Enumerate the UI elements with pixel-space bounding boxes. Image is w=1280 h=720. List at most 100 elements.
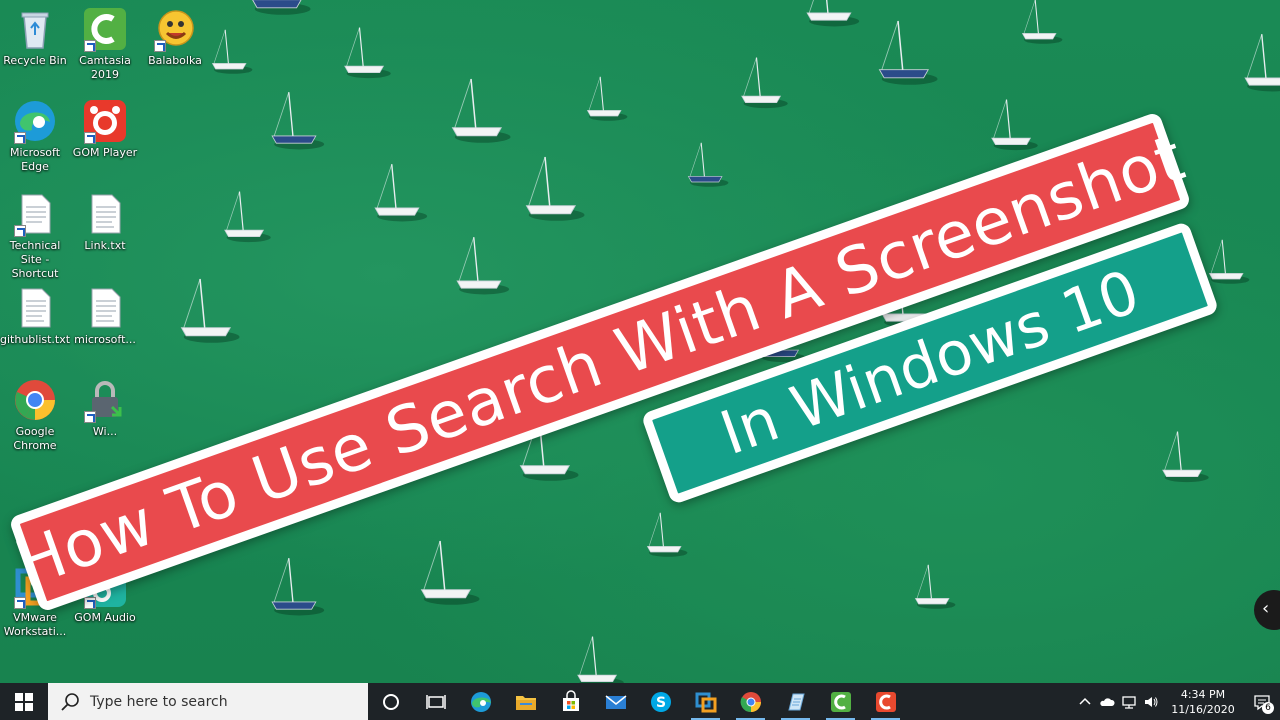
edge-icon xyxy=(470,691,491,712)
sailboat xyxy=(687,142,729,187)
task-view-icon xyxy=(425,694,446,709)
store-icon xyxy=(562,689,579,711)
taskbar-camtasia-button[interactable] xyxy=(818,683,863,720)
desktop-icon-label: VMware Workstati... xyxy=(3,611,67,638)
sailboat xyxy=(586,76,628,121)
desktop-icon-label: Camtasia 2019 xyxy=(79,54,131,81)
desktop-icon-label: Link.txt xyxy=(84,239,126,252)
taskbar-camtasia-recorder-button[interactable] xyxy=(863,683,908,720)
lock-app-icon xyxy=(82,377,128,423)
sailboat xyxy=(577,636,624,683)
sailboat xyxy=(1244,34,1280,92)
notification-count-badge: 6 xyxy=(1262,702,1274,714)
desktop-icon-label: Recycle Bin xyxy=(3,54,67,67)
sailboat xyxy=(211,29,253,74)
task-view-button[interactable] xyxy=(413,683,458,720)
desktop-icon-recycle-bin[interactable]: Recycle Bin xyxy=(0,6,70,68)
action-center-button[interactable]: 6 xyxy=(1244,683,1280,720)
clock-date: 11/16/2020 xyxy=(1171,702,1235,716)
search-placeholder: Type here to search xyxy=(90,693,228,710)
desktop-icon-camtasia[interactable]: Camtasia 2019 xyxy=(70,6,140,82)
sailboat xyxy=(1208,239,1250,284)
desktop-icon-label: githublist.txt xyxy=(0,333,71,346)
shortcut-arrow-icon xyxy=(154,40,166,52)
speaker-icon xyxy=(1145,696,1158,707)
shortcut-arrow-icon xyxy=(84,40,96,52)
sailboat xyxy=(646,512,688,557)
mail-button[interactable] xyxy=(593,683,638,720)
desktop-icon-lock-app[interactable]: Wi... xyxy=(70,377,140,439)
skype-icon: S xyxy=(650,691,671,712)
volume-button[interactable] xyxy=(1140,683,1162,720)
edge-icon xyxy=(12,98,58,144)
desktop-icon-label: Wi... xyxy=(92,425,118,438)
shortcut-arrow-icon xyxy=(84,132,96,144)
mail-icon xyxy=(605,694,626,709)
windows-logo-icon xyxy=(15,692,33,711)
desktop-icon-label: Google Chrome xyxy=(13,425,57,452)
chrome-icon xyxy=(740,691,761,712)
taskbar-vmware-button[interactable] xyxy=(683,683,728,720)
text-file-icon xyxy=(82,191,128,237)
start-button[interactable] xyxy=(0,683,48,720)
camtasia-icon xyxy=(830,691,851,712)
chrome-icon xyxy=(12,377,58,423)
recycle-bin-icon xyxy=(12,6,58,52)
desktop-icon-label: Technical Site - Shortcut xyxy=(9,239,61,280)
desktop[interactable]: Recycle Bin Microsoft Edge Technical Sit… xyxy=(0,0,1280,683)
taskbar-notepad-button[interactable] xyxy=(773,683,818,720)
desktop-icon-microsoft-edge[interactable]: Microsoft Edge xyxy=(0,98,70,174)
sailboat xyxy=(344,27,391,79)
text-file-icon xyxy=(12,285,58,331)
desktop-icon-technical-site[interactable]: Technical Site - Shortcut xyxy=(0,191,70,281)
desktop-icon-google-chrome[interactable]: Google Chrome xyxy=(0,377,70,453)
cloud-icon xyxy=(1100,697,1115,706)
file-explorer-icon xyxy=(515,695,536,710)
file-explorer-button[interactable] xyxy=(503,683,548,720)
chevron-left-icon: ‹ xyxy=(1262,598,1270,619)
taskbar: Type here to search S 4:34 PM 11/16/2020… xyxy=(0,683,1280,720)
sailboat xyxy=(806,0,860,27)
shortcut-arrow-icon xyxy=(14,597,26,609)
show-hidden-icons-button[interactable] xyxy=(1074,683,1096,720)
desktop-icon-githublist[interactable]: githublist.txt xyxy=(0,285,70,347)
sailboat xyxy=(741,57,788,109)
desktop-icon-label: GOM Player xyxy=(72,146,138,159)
desktop-icon-label: Microsoft Edge xyxy=(9,146,61,173)
shortcut-arrow-icon xyxy=(84,597,96,609)
desktop-icon-label: microsoft... xyxy=(74,333,136,346)
onedrive-button[interactable] xyxy=(1096,683,1118,720)
sailboat xyxy=(878,20,938,85)
search-icon xyxy=(61,692,79,711)
taskbar-edge-button[interactable] xyxy=(458,683,503,720)
sailboat xyxy=(1162,431,1209,483)
sailboat xyxy=(456,237,510,295)
network-button[interactable] xyxy=(1118,683,1140,720)
system-tray: 4:34 PM 11/16/2020 6 xyxy=(1074,683,1280,720)
shortcut-arrow-icon xyxy=(84,411,96,423)
sailboat xyxy=(271,92,325,150)
cortana-button[interactable] xyxy=(368,683,413,720)
desktop-icon-link[interactable]: Link.txt xyxy=(70,191,140,253)
desktop-icon-gom-player[interactable]: GOM Player xyxy=(70,98,140,160)
clock[interactable]: 4:34 PM 11/16/2020 xyxy=(1168,687,1238,717)
desktop-icon-microsoft-txt[interactable]: microsoft... xyxy=(70,285,140,347)
svg-text:S: S xyxy=(655,695,665,711)
taskbar-chrome-button[interactable] xyxy=(728,683,773,720)
text-file-icon xyxy=(82,285,128,331)
chevron-up-icon xyxy=(1079,697,1091,705)
microsoft-store-button[interactable] xyxy=(548,683,593,720)
sailboat xyxy=(420,540,480,605)
sailboat xyxy=(252,0,311,15)
vmware-icon xyxy=(695,692,716,712)
desktop-icon-balabolka[interactable]: Balabolka xyxy=(140,6,210,68)
clock-time: 4:34 PM xyxy=(1180,687,1226,701)
desktop-icon-label: Balabolka xyxy=(148,54,202,67)
notepad-icon xyxy=(787,693,805,710)
camtasia-icon xyxy=(82,6,128,52)
taskbar-search-box[interactable]: Type here to search xyxy=(48,683,368,720)
skype-button[interactable]: S xyxy=(638,683,683,720)
desktop-icon-label: GOM Audio xyxy=(74,611,136,624)
sailboat xyxy=(451,78,511,143)
sailboat xyxy=(914,564,956,609)
